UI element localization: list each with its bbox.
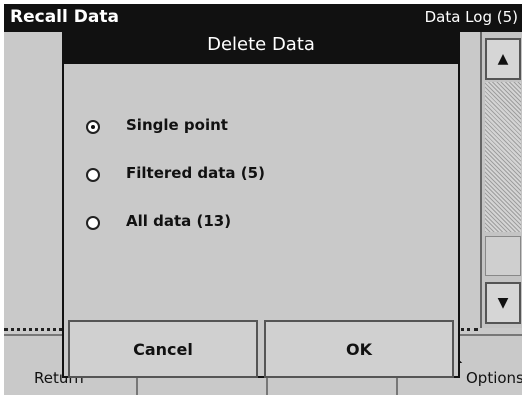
delete-data-dialog: Delete Data Single point Filtered data (…: [62, 22, 460, 378]
scroll-thumb[interactable]: [485, 236, 521, 276]
option-label: Single point: [126, 116, 228, 134]
scroll-track[interactable]: [485, 82, 521, 232]
up-arrow-icon: ▲: [497, 51, 509, 67]
radio-icon[interactable]: [86, 216, 100, 230]
scroll-down-button[interactable]: ▼: [485, 282, 521, 324]
radio-icon[interactable]: [86, 120, 100, 134]
dialog-title: Delete Data: [64, 24, 458, 64]
options-label: Options: [466, 369, 522, 387]
scroll-up-button[interactable]: ▲: [485, 38, 521, 80]
ok-button[interactable]: OK: [264, 320, 454, 378]
radio-icon[interactable]: [86, 168, 100, 182]
option-label: Filtered data (5): [126, 164, 265, 182]
scrollbar[interactable]: ▲ ▼: [480, 32, 522, 328]
cancel-button[interactable]: Cancel: [68, 320, 258, 378]
option-label: All data (13): [126, 212, 232, 230]
down-arrow-icon: ▼: [497, 295, 509, 311]
